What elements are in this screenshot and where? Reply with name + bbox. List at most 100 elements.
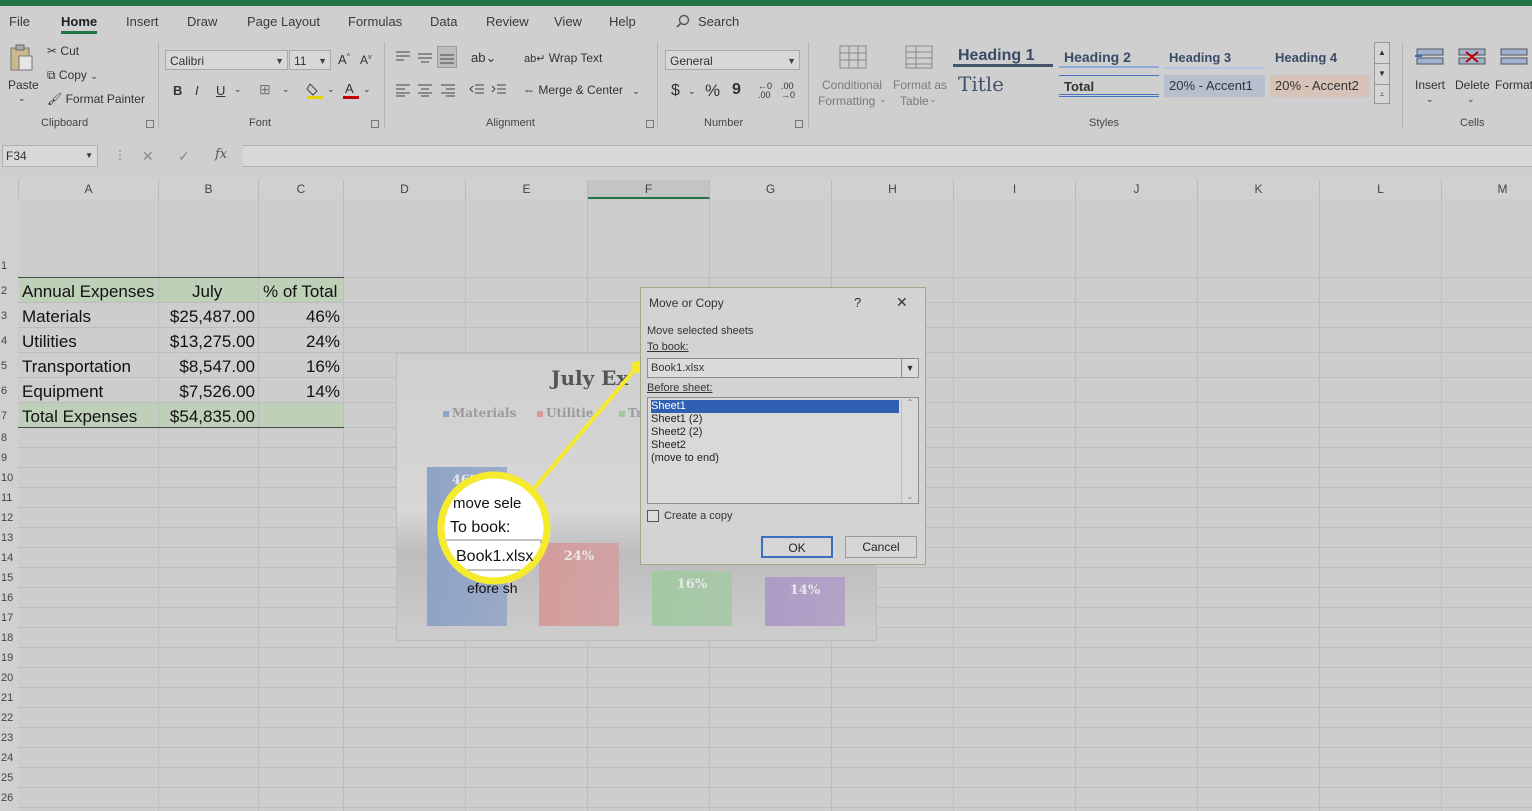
cell-c4[interactable]: 24% — [306, 329, 340, 354]
font-name-select[interactable]: Calibri ▼ — [165, 50, 288, 70]
orientation-icon[interactable]: ab⌄ — [471, 50, 496, 66]
style-heading-3[interactable]: Heading 3 — [1164, 47, 1265, 69]
column-header-b[interactable]: B — [159, 180, 259, 199]
increase-indent-icon[interactable] — [491, 83, 507, 97]
before-sheet-list[interactable]: Sheet1 Sheet1 (2) Sheet2 (2) Sheet2 (mov… — [647, 397, 919, 504]
percent-button[interactable]: % — [705, 81, 720, 101]
decrease-font-icon[interactable]: Av — [360, 53, 372, 67]
cut-button[interactable]: ✂ Cut — [47, 44, 79, 58]
delete-cells-label[interactable]: Delete — [1455, 78, 1490, 92]
help-icon[interactable]: ? — [854, 295, 861, 310]
row-header[interactable]: 2 — [0, 285, 18, 297]
decrease-decimal-icon[interactable]: .00 →0 — [781, 82, 795, 100]
increase-decimal-icon[interactable]: ←0.00 — [758, 82, 772, 100]
row-header[interactable]: 18 — [0, 632, 18, 644]
column-header-l[interactable]: L — [1320, 180, 1442, 199]
cell-a7[interactable]: Total Expenses — [22, 404, 137, 429]
cancel-formula-icon[interactable]: ✕ — [142, 148, 154, 165]
column-header-c[interactable]: C — [259, 180, 344, 199]
font-launcher-icon[interactable] — [371, 120, 379, 128]
tab-file[interactable]: File — [9, 14, 30, 29]
tab-home[interactable]: Home — [61, 14, 98, 34]
tab-data[interactable]: Data — [430, 14, 457, 29]
number-launcher-icon[interactable] — [795, 120, 803, 128]
format-as-table-icon[interactable] — [904, 44, 934, 72]
cell-b6[interactable]: $7,526.00 — [179, 379, 255, 404]
chevron-down-icon[interactable]: ⌄ — [688, 86, 696, 97]
alignment-launcher-icon[interactable] — [646, 120, 654, 128]
cell-a3[interactable]: Materials — [22, 304, 91, 329]
row-header[interactable]: 9 — [0, 452, 18, 464]
insert-function-icon[interactable]: fx — [215, 147, 227, 162]
tab-help[interactable]: Help — [609, 14, 636, 29]
column-header-f[interactable]: F — [588, 180, 710, 199]
ok-button[interactable]: OK — [761, 536, 833, 558]
align-right-icon[interactable] — [440, 83, 456, 97]
row-header[interactable]: 3 — [0, 310, 18, 322]
comma-button[interactable]: 9 — [732, 81, 741, 99]
chevron-down-icon[interactable]: ⌄ — [18, 93, 26, 104]
style-accent2[interactable]: 20% - Accent2 — [1270, 75, 1370, 97]
chevron-down-icon[interactable]: ▼ — [901, 359, 918, 377]
conditional-formatting-icon[interactable] — [838, 44, 868, 72]
cell-a4[interactable]: Utilities — [22, 329, 77, 354]
row-header[interactable]: 20 — [0, 672, 18, 684]
cell-b4[interactable]: $13,275.00 — [170, 329, 255, 354]
column-header-k[interactable]: K — [1198, 180, 1320, 199]
format-cells-label[interactable]: Format — [1495, 78, 1532, 92]
row-header[interactable]: 23 — [0, 732, 18, 744]
style-heading-1[interactable]: Heading 1 — [953, 45, 1053, 67]
cell-a2[interactable]: Annual Expenses — [22, 279, 154, 304]
row-header[interactable]: 10 — [0, 472, 18, 484]
row-header[interactable]: 16 — [0, 592, 18, 604]
chevron-up-icon[interactable]: ⌃ — [902, 398, 918, 407]
chevron-down-icon[interactable]: ⌄ — [363, 84, 371, 95]
tab-insert[interactable]: Insert — [126, 14, 159, 29]
row-header[interactable]: 8 — [0, 432, 18, 444]
format-as-table-label-2[interactable]: Table — [900, 94, 929, 108]
styles-gallery-scroll[interactable]: ▲ ▼ ⩡ — [1374, 42, 1390, 104]
close-icon[interactable]: ✕ — [896, 294, 908, 311]
column-header-j[interactable]: J — [1076, 180, 1198, 199]
style-accent1[interactable]: 20% - Accent1 — [1164, 75, 1265, 97]
cell-a6[interactable]: Equipment — [22, 379, 103, 404]
row-header[interactable]: 1 — [0, 260, 18, 272]
row-header[interactable]: 26 — [0, 792, 18, 804]
formula-input[interactable] — [243, 145, 1532, 167]
list-item[interactable]: Sheet2 — [651, 439, 686, 452]
style-heading-2[interactable]: Heading 2 — [1059, 46, 1159, 68]
underline-button[interactable]: U — [216, 83, 225, 98]
row-header[interactable]: 25 — [0, 772, 18, 784]
cell-c3[interactable]: 46% — [306, 304, 340, 329]
borders-icon[interactable]: ⊞ — [259, 81, 271, 98]
row-header[interactable]: 17 — [0, 612, 18, 624]
row-header[interactable]: 24 — [0, 752, 18, 764]
bold-button[interactable]: B — [173, 83, 182, 98]
delete-cells-icon[interactable] — [1456, 46, 1488, 72]
chevron-down-icon[interactable]: ⌄ — [327, 84, 335, 95]
select-all-corner[interactable] — [0, 180, 19, 199]
row-header[interactable]: 7 — [0, 410, 18, 422]
align-center-icon[interactable] — [417, 83, 433, 97]
cell-b3[interactable]: $25,487.00 — [170, 304, 255, 329]
cell-c2[interactable]: % of Total — [263, 279, 337, 304]
cell-b5[interactable]: $8,547.00 — [179, 354, 255, 379]
currency-button[interactable]: $ — [671, 82, 680, 100]
increase-font-icon[interactable]: A^ — [338, 52, 350, 67]
cell-c5[interactable]: 16% — [306, 354, 340, 379]
column-header-m[interactable]: M — [1442, 180, 1532, 199]
name-box[interactable]: F34 ▼ — [2, 145, 98, 167]
align-top-icon[interactable] — [395, 50, 411, 64]
tab-review[interactable]: Review — [486, 14, 529, 29]
cell-a5[interactable]: Transportation — [22, 354, 131, 379]
tab-page-layout[interactable]: Page Layout — [247, 14, 320, 29]
list-scrollbar[interactable]: ⌃ ⌄ — [901, 398, 918, 503]
row-header[interactable]: 12 — [0, 512, 18, 524]
copy-button[interactable]: ⧉ Copy ⌄ — [47, 68, 98, 83]
chevron-up-icon[interactable]: ▲ — [1375, 43, 1389, 63]
cell-b7[interactable]: $54,835.00 — [170, 404, 255, 429]
row-header[interactable]: 4 — [0, 335, 18, 347]
list-item[interactable]: Sheet1 (2) — [651, 413, 702, 426]
tab-view[interactable]: View — [554, 14, 582, 29]
column-header-a[interactable]: A — [19, 180, 159, 199]
